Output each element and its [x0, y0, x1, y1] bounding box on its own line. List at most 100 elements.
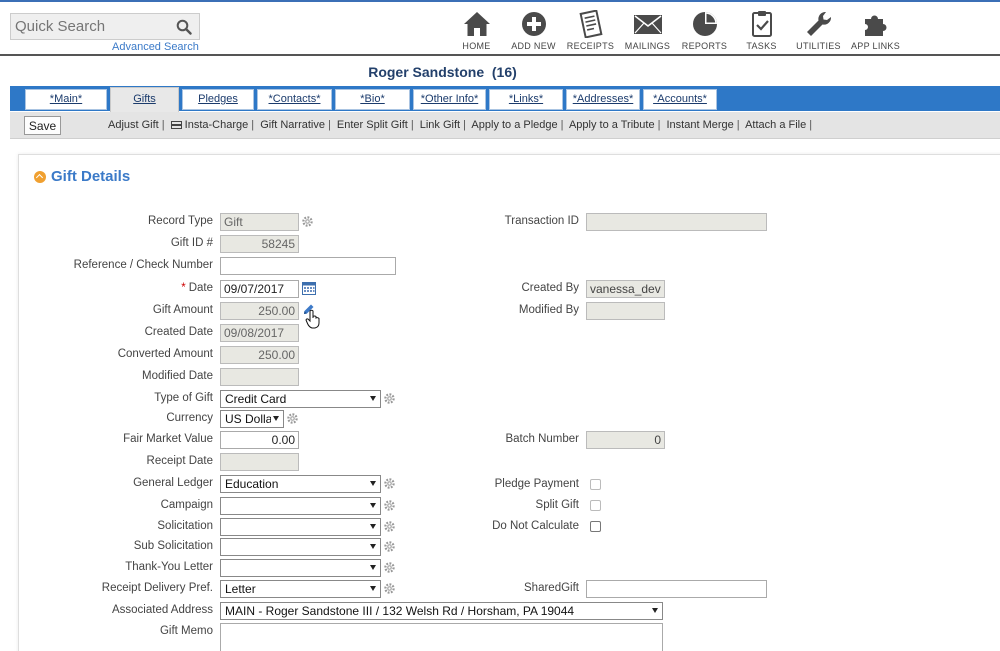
enter-split-gift-link[interactable]: Enter Split Gift — [337, 119, 408, 131]
nav-mailings[interactable]: MAILINGS — [619, 10, 676, 51]
associated-address-label: Associated Address — [111, 604, 213, 616]
gift-id-field — [220, 235, 299, 253]
fair-market-value-input[interactable] — [220, 431, 299, 449]
instant-merge-link[interactable]: Instant Merge — [667, 119, 734, 131]
nav-receipts-label: RECEIPTS — [566, 41, 615, 51]
wrench-icon — [806, 11, 831, 36]
tab-main[interactable]: *Main* — [25, 89, 107, 110]
receipt-date-field — [220, 453, 299, 471]
add-icon — [521, 12, 546, 36]
modified-by-label: Modified By — [518, 304, 579, 316]
nav-receipts[interactable]: RECEIPTS — [562, 10, 619, 51]
attach-file-link[interactable]: Attach a File — [745, 119, 806, 131]
gear-icon[interactable] — [384, 393, 395, 404]
gift-actions: Adjust Gift | Insta-Charge | Gift Narrativ… — [108, 119, 813, 131]
sub-solicitation-select[interactable] — [220, 538, 381, 556]
dropdown-arrow-icon — [370, 481, 376, 486]
tab-other-info[interactable]: *Other Info* — [413, 89, 486, 110]
gift-narrative-link[interactable]: Gift Narrative — [260, 119, 325, 131]
dropdown-arrow-icon — [370, 586, 376, 591]
apply-to-pledge-link[interactable]: Apply to a Pledge — [471, 119, 557, 131]
reference-label: Reference / Check Number — [73, 259, 213, 271]
insta-charge-link[interactable]: Insta-Charge — [185, 119, 249, 131]
solicitation-label: Solicitation — [157, 520, 213, 532]
do-not-calculate-label: Do Not Calculate — [492, 520, 579, 532]
quick-search-input[interactable] — [11, 14, 171, 39]
pledge-payment-checkbox[interactable] — [590, 479, 601, 490]
dropdown-arrow-icon — [370, 524, 376, 529]
record-type-label: Record Type — [148, 215, 213, 227]
panel-title: Gift Details — [51, 168, 131, 185]
gear-icon[interactable] — [384, 583, 395, 594]
nav-add-new[interactable]: ADD NEW — [505, 10, 562, 51]
top-bar: Advanced Search HOME ADD NEW RECEIPTS MA… — [0, 0, 1000, 56]
nav-utilities[interactable]: UTILITIES — [790, 10, 847, 51]
gear-icon[interactable] — [384, 541, 395, 552]
associated-address-value: MAIN - Roger Sandstone III / 132 Welsh R… — [225, 604, 575, 618]
receipt-icon — [578, 10, 603, 38]
campaign-select[interactable] — [220, 497, 381, 515]
advanced-search-link[interactable]: Advanced Search — [112, 41, 199, 53]
campaign-label: Campaign — [160, 499, 213, 511]
link-gift-link[interactable]: Link Gift — [420, 119, 460, 131]
gear-icon[interactable] — [384, 521, 395, 532]
adjust-gift-link[interactable]: Adjust Gift — [108, 119, 159, 131]
gift-id-label: Gift ID # — [170, 237, 213, 249]
reference-input[interactable] — [220, 257, 396, 275]
type-of-gift-select[interactable]: Credit Card — [220, 390, 381, 408]
gear-icon[interactable] — [287, 413, 298, 424]
receipt-delivery-select[interactable]: Letter — [220, 580, 381, 598]
calendar-icon[interactable] — [302, 281, 316, 295]
tab-contacts[interactable]: *Contacts* — [257, 89, 332, 110]
collapse-icon[interactable] — [34, 170, 46, 183]
gear-icon[interactable] — [384, 500, 395, 511]
record-type-field — [220, 213, 299, 231]
created-date-label: Created Date — [144, 326, 213, 338]
currency-select[interactable]: US Dolla — [220, 410, 284, 428]
nav-tasks[interactable]: TASKS — [733, 10, 790, 51]
created-by-field — [586, 280, 665, 298]
gift-amount-field — [220, 302, 299, 320]
currency-value: US Dolla — [225, 412, 271, 426]
tab-accounts[interactable]: *Accounts* — [643, 89, 717, 110]
gift-memo-textarea[interactable] — [220, 623, 663, 651]
tab-pledges[interactable]: Pledges — [182, 89, 254, 110]
record-title: Roger Sandstone (16) — [368, 64, 517, 80]
modified-by-field — [586, 302, 665, 320]
save-button[interactable]: Save — [24, 116, 61, 135]
modified-date-field — [220, 368, 299, 386]
tab-bio[interactable]: *Bio* — [335, 89, 410, 110]
tab-addresses[interactable]: *Addresses* — [566, 89, 640, 110]
solicitation-select[interactable] — [220, 518, 381, 536]
associated-address-select[interactable]: MAIN - Roger Sandstone III / 132 Welsh R… — [220, 602, 663, 620]
pie-chart-icon — [692, 12, 717, 36]
fair-market-value-label: Fair Market Value — [123, 433, 213, 445]
general-ledger-select[interactable]: Education — [220, 475, 381, 493]
shared-gift-input[interactable] — [586, 580, 767, 598]
nav-app-links[interactable]: APP LINKS — [847, 10, 904, 51]
split-gift-checkbox[interactable] — [590, 500, 601, 511]
nav-home[interactable]: HOME — [448, 10, 505, 51]
dropdown-arrow-icon — [370, 503, 376, 508]
nav-reports-label: REPORTS — [681, 41, 728, 51]
hand-cursor-icon — [305, 309, 320, 329]
search-icon[interactable] — [176, 19, 192, 35]
tab-links[interactable]: *Links* — [489, 89, 563, 110]
created-by-label: Created By — [521, 282, 579, 294]
dropdown-arrow-icon — [273, 416, 279, 421]
do-not-calculate-checkbox[interactable] — [590, 521, 601, 532]
gear-icon[interactable] — [384, 478, 395, 489]
envelope-icon — [633, 15, 662, 34]
nav-reports[interactable]: REPORTS — [676, 10, 733, 51]
tab-gifts[interactable]: Gifts — [110, 87, 179, 112]
gear-icon[interactable] — [302, 216, 313, 227]
credit-card-icon — [170, 121, 182, 129]
nav-add-new-label: ADD NEW — [511, 41, 556, 51]
apply-to-tribute-link[interactable]: Apply to a Tribute — [569, 119, 655, 131]
batch-number-label: Batch Number — [505, 433, 579, 445]
thank-you-letter-select[interactable] — [220, 559, 381, 577]
gear-icon[interactable] — [384, 562, 395, 573]
home-icon — [463, 12, 490, 36]
date-input[interactable] — [220, 280, 299, 298]
quick-search-box — [10, 13, 200, 40]
